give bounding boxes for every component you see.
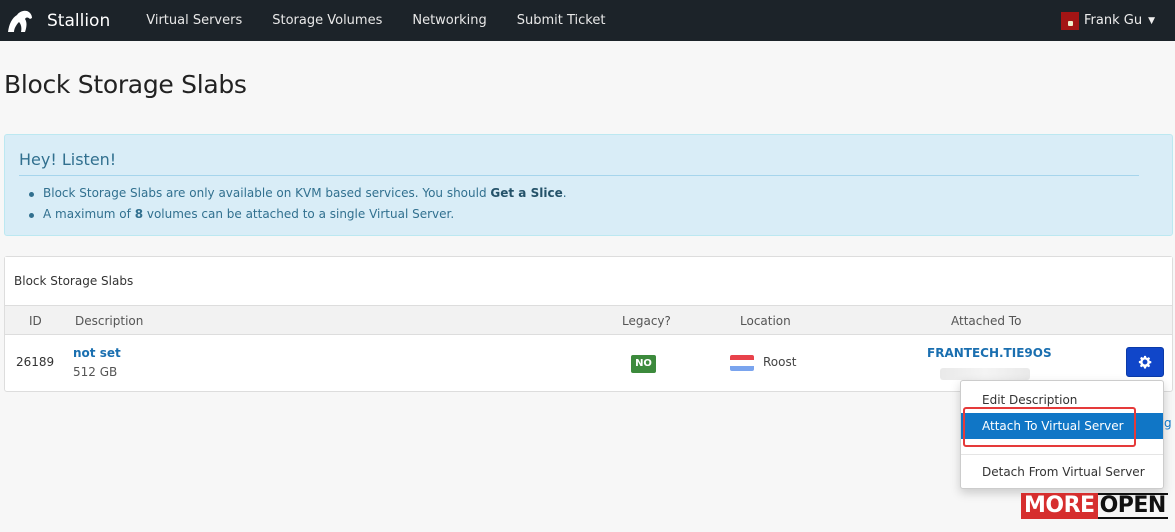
col-location: Location (740, 314, 791, 328)
info-alert: Hey! Listen! Block Storage Slabs are onl… (4, 134, 1173, 236)
page-title: Block Storage Slabs (4, 70, 247, 99)
alert-text: . (562, 186, 567, 200)
alert-text: volumes can be attached to a single Virt… (143, 207, 455, 221)
horse-logo-icon (8, 10, 32, 32)
alert-text: A maximum of (43, 207, 135, 221)
row-description-link[interactable]: not set (73, 346, 121, 360)
row-size: 512 GB (73, 365, 118, 379)
menu-attach-to-virtual-server[interactable]: Attach To Virtual Server (961, 413, 1163, 439)
user-name: Frank Gu (1084, 13, 1143, 28)
user-menu[interactable]: Frank Gu ▼ (1061, 0, 1155, 41)
max-volumes-count: 8 (134, 207, 144, 221)
clipped-text: g (1164, 416, 1172, 430)
panel-title: Block Storage Slabs (14, 274, 134, 288)
col-id: ID (29, 314, 42, 328)
brand-name: Stallion (47, 10, 111, 31)
nav-virtual-servers[interactable]: Virtual Servers (146, 13, 242, 28)
watermark-logo: MORE OPEN (1021, 493, 1168, 519)
menu-divider (961, 454, 1163, 455)
col-legacy: Legacy? (622, 314, 671, 328)
row-actions-button[interactable] (1126, 347, 1164, 377)
col-description: Description (75, 314, 144, 328)
top-navbar: Stallion Virtual Servers Storage Volumes… (0, 0, 1175, 41)
nav-storage-volumes[interactable]: Storage Volumes (272, 13, 382, 28)
attached-server-link[interactable]: FRANTECH.TIE9OS (927, 346, 1052, 360)
nav-networking[interactable]: Networking (412, 13, 486, 28)
storage-panel: Block Storage Slabs ID Description Legac… (4, 256, 1173, 392)
get-a-slice-link[interactable]: Get a Slice (490, 186, 562, 200)
actions-dropdown: Edit Description Attach To Virtual Serve… (960, 380, 1164, 489)
brand[interactable]: Stallion (0, 0, 110, 41)
alert-list: Block Storage Slabs are only available o… (29, 183, 567, 225)
alert-heading: Hey! Listen! (19, 150, 117, 169)
caret-down-icon: ▼ (1148, 15, 1155, 26)
alert-divider (19, 175, 1139, 176)
alert-text: Block Storage Slabs are only available o… (43, 186, 491, 200)
nav-links: Virtual Servers Storage Volumes Networki… (146, 13, 635, 28)
alert-item: A maximum of 8 volumes can be attached t… (29, 204, 567, 225)
row-id: 26189 (16, 355, 55, 369)
redacted-ip (940, 368, 1030, 380)
table-header: ID Description Legacy? Location Attached… (5, 306, 1172, 335)
alert-item: Block Storage Slabs are only available o… (29, 183, 567, 204)
legacy-badge: NO (631, 355, 656, 373)
gear-icon (1138, 355, 1152, 369)
menu-detach-from-virtual-server[interactable]: Detach From Virtual Server (961, 459, 1163, 485)
watermark-open: OPEN (1097, 493, 1168, 519)
user-avatar-icon (1061, 11, 1080, 30)
nav-submit-ticket[interactable]: Submit Ticket (517, 13, 606, 28)
col-attached-to: Attached To (951, 314, 1022, 328)
netherlands-flag-icon (730, 355, 754, 371)
watermark-more: MORE (1021, 493, 1098, 519)
menu-edit-description[interactable]: Edit Description (961, 387, 1163, 413)
panel-heading: Block Storage Slabs (5, 257, 1172, 306)
row-location: Roost (763, 355, 797, 369)
